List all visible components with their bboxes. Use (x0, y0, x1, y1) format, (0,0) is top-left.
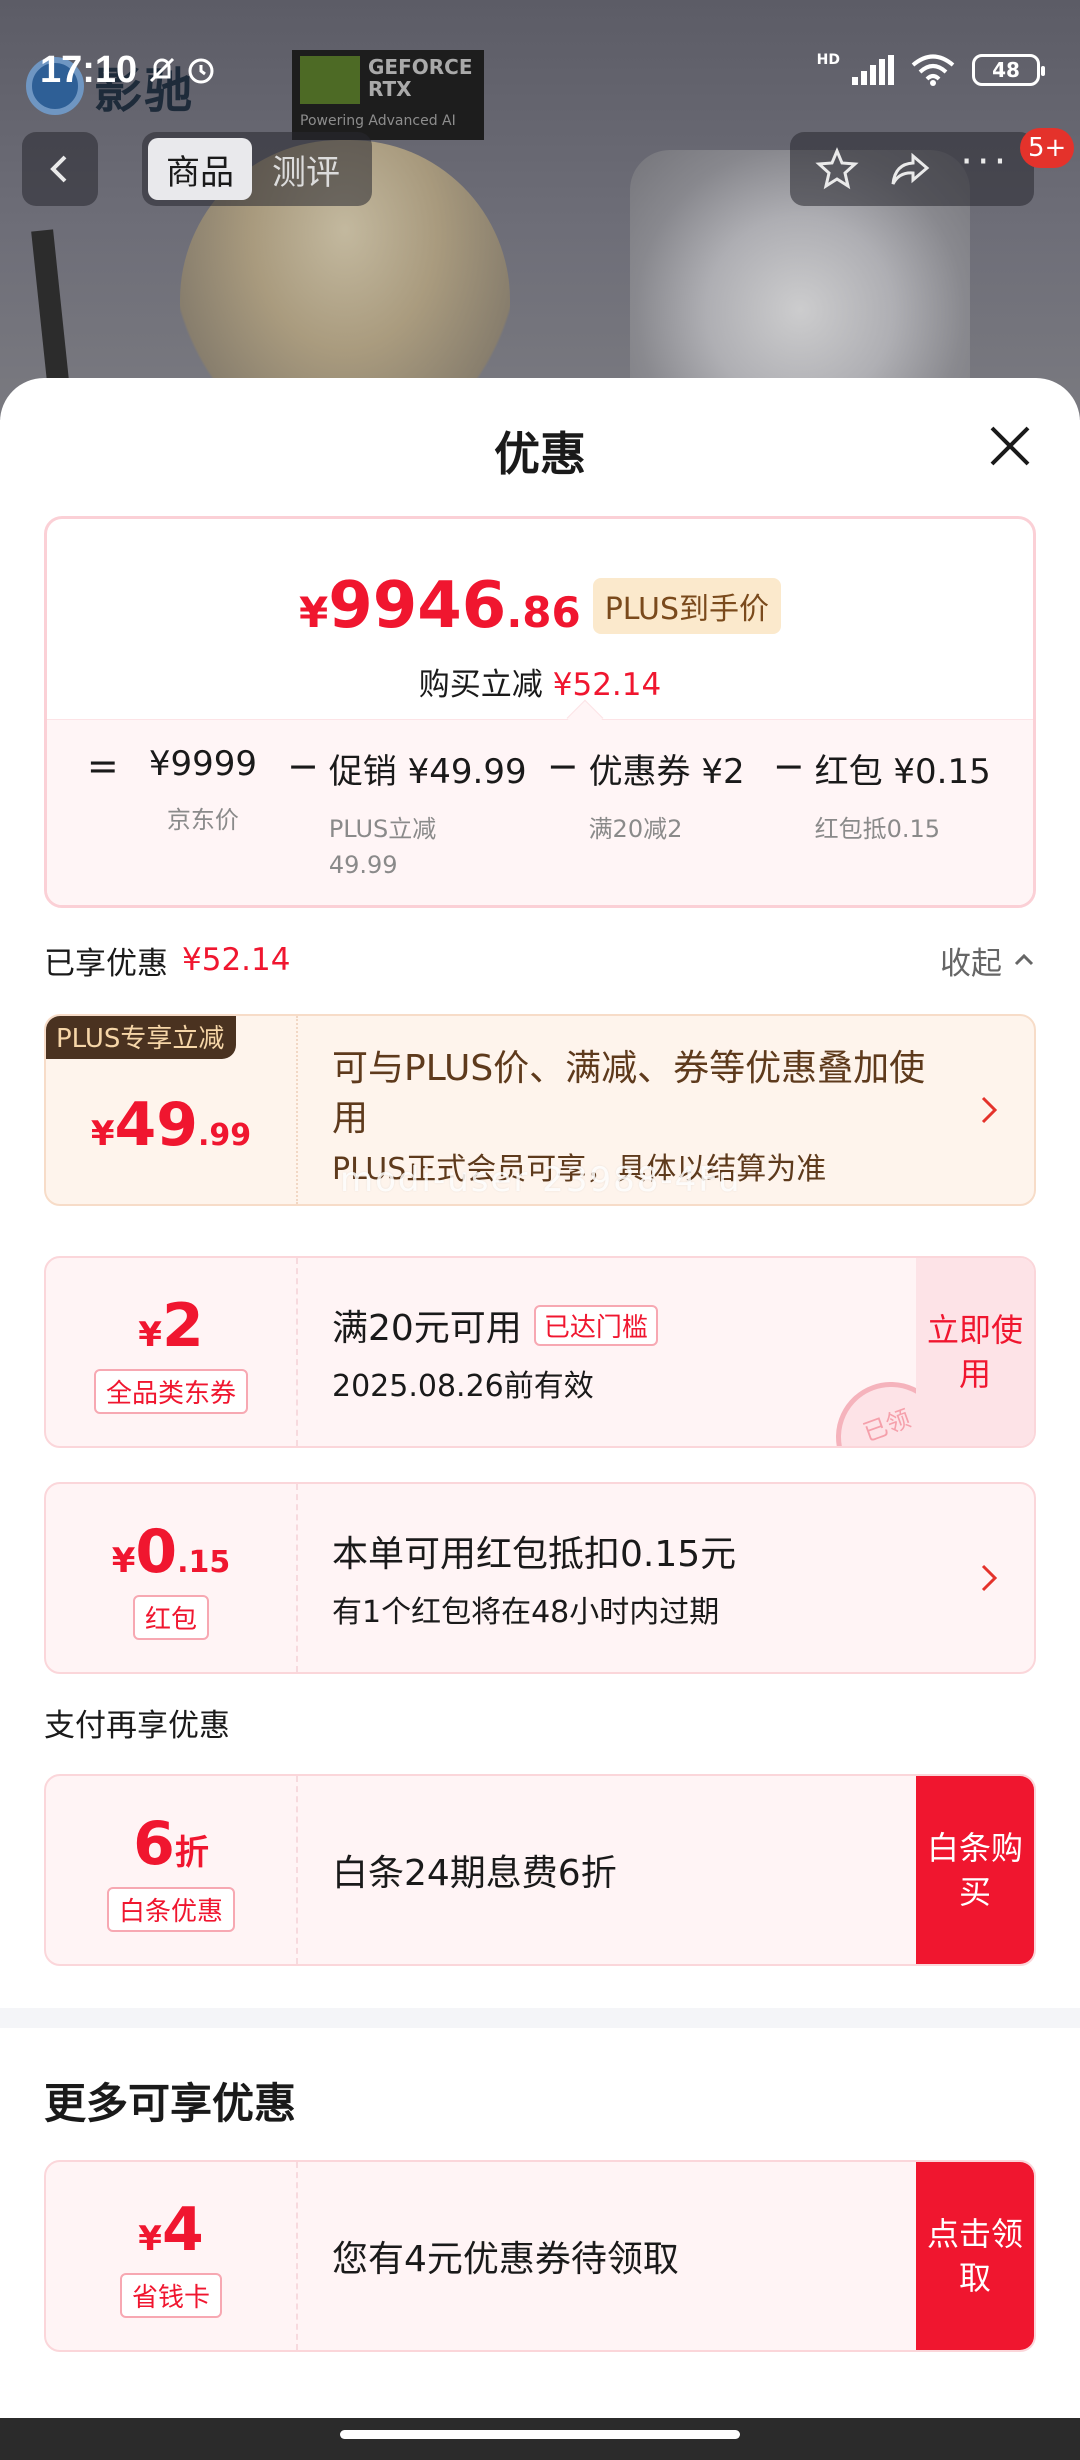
coupon-title: 满20元可用 (332, 1308, 522, 1349)
wifi-icon (911, 54, 955, 86)
threshold-reached-badge: 已达门槛 (533, 1304, 658, 1346)
network-type-label: HD (816, 52, 840, 68)
chevron-right-icon (981, 1096, 998, 1124)
breakdown-op: − (772, 744, 805, 788)
plus-discount-amount: ¥49.99 (90, 1090, 252, 1160)
breakdown-item-promotion: 促销 ¥49.99 PLUS立减 49.99 (328, 752, 527, 879)
star-icon[interactable] (814, 146, 860, 192)
coupon-amount: ¥2 (138, 1290, 204, 1361)
system-nav-bar (0, 2418, 1080, 2460)
coupon-valid-date: 2025.08.26前有效 (332, 1369, 594, 1404)
status-time: 17:10 (40, 48, 138, 91)
plus-ribbon: PLUS专享立减 (46, 1016, 237, 1059)
chevron-up-icon (1014, 953, 1034, 966)
breakdown-item-jd-price: ¥9999 京东价 (148, 744, 257, 834)
mute-icon (150, 57, 175, 83)
redpacket-card[interactable]: ¥0.15 红包 本单可用红包抵扣0.15元 有1个红包将在48小时内过期 (44, 1482, 1036, 1674)
product-art-sword (31, 229, 71, 401)
header-actions: ··· (790, 132, 1034, 206)
plus-price-tag: PLUS到手价 (592, 578, 782, 634)
saving-card-title: 您有4元优惠券待领取 (332, 2239, 679, 2280)
watermark: modi-user 23988-4Fu (340, 1160, 742, 1200)
share-icon[interactable] (887, 146, 933, 192)
tab-review[interactable]: 测评 (262, 145, 340, 194)
chevron-right-icon (981, 1564, 998, 1592)
more-icon[interactable]: ··· (960, 142, 1010, 182)
enjoyed-label: 已享优惠 (44, 945, 168, 982)
claim-button[interactable]: 点击领取 (916, 2162, 1034, 2350)
sheet-title: 优惠 (494, 427, 586, 481)
coupon-tag: 全品类东券 (93, 1368, 248, 1414)
reduce-line: 购买立减 ¥52.14 (418, 667, 662, 703)
product-tabs: 商品 测评 (142, 132, 372, 206)
saving-card: ¥4 省钱卡 您有4元优惠券待领取 点击领取 (44, 2160, 1036, 2352)
battery-icon: 48 (972, 54, 1045, 86)
payment-section-label: 支付再享优惠 (44, 1708, 230, 1744)
plus-discount-text: 可与PLUS价、满减、券等优惠叠加使用 (332, 1048, 926, 1139)
home-indicator[interactable] (340, 2430, 740, 2439)
collapse-toggle[interactable]: 收起 (940, 938, 1036, 983)
saving-card-amount: ¥4 (138, 2194, 204, 2265)
breakdown-item-redpacket: 红包 ¥0.15 红包抵0.15 (814, 752, 991, 843)
redpacket-tag: 红包 (132, 1594, 209, 1640)
alarm-icon (188, 58, 214, 84)
use-now-button[interactable]: 立即使用 (916, 1258, 1034, 1446)
coupon-card: ¥2 全品类东券 满20元可用 已达门槛 2025.08.26前有效 已领 立即使… (44, 1256, 1036, 1448)
reduce-amount: ¥52.14 (552, 667, 662, 703)
section-divider (0, 2008, 1080, 2028)
redpacket-amount: ¥0.15 (111, 1516, 231, 1587)
baitiao-tag: 白条优惠 (106, 1886, 235, 1932)
back-button[interactable] (22, 132, 98, 206)
tab-product[interactable]: 商品 (148, 138, 252, 200)
signal-icon (852, 55, 894, 85)
baitiao-buy-button[interactable]: 白条购买 (916, 1776, 1034, 1964)
price-summary-card: ¥9946.86 PLUS到手价 购买立减 ¥52.14 = ¥9999 京东价 −… (44, 516, 1036, 908)
discount-sheet: 优惠 ¥9946.86 PLUS到手价 购买立减 ¥52.14 = ¥9999 京东… (0, 378, 1080, 2418)
redpacket-title: 本单可用红包抵扣0.15元 (332, 1534, 737, 1575)
final-price: ¥9946.86 (298, 569, 581, 643)
status-bar: 17:10 HD 48 (0, 38, 1080, 102)
saving-card-tag: 省钱卡 (119, 2272, 222, 2318)
price-breakdown: = ¥9999 京东价 − 促销 ¥49.99 PLUS立减 49.99 − 优惠券… (47, 719, 1033, 905)
enjoyed-amount: ¥52.14 (182, 942, 291, 978)
baitiao-discount: 6折 (133, 1808, 209, 1879)
breakdown-op: = (86, 744, 119, 788)
rtx-tagline: Powering Advanced AI (300, 113, 456, 129)
redpacket-expiry: 有1个红包将在48小时内过期 (332, 1595, 720, 1630)
breakdown-op: − (546, 744, 579, 788)
baitiao-title: 白条24期息费6折 (332, 1853, 617, 1894)
breakdown-item-coupon: 优惠券 ¥2 满20减2 (588, 752, 745, 843)
enjoyed-row: 已享优惠 ¥52.14 收起 (44, 938, 1036, 982)
baitiao-card: 6折 白条优惠 白条24期息费6折 白条购买 (44, 1774, 1036, 1966)
chevron-left-icon (50, 155, 67, 183)
message-badge: 5+ (1020, 128, 1075, 168)
breakdown-op: − (287, 744, 319, 788)
close-icon[interactable] (980, 416, 1040, 476)
more-offers-title: 更多可享优惠 (44, 2079, 297, 2128)
